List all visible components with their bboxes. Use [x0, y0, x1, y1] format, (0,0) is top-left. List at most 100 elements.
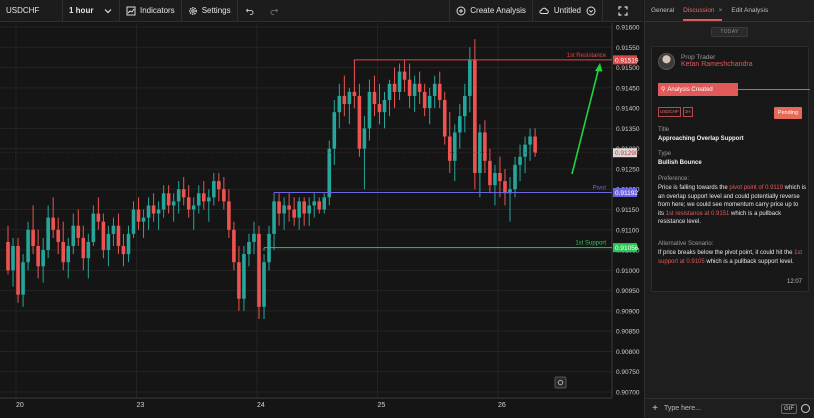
- indicators-button[interactable]: Indicators: [120, 0, 181, 22]
- interval-selector[interactable]: 1 hour: [63, 0, 119, 22]
- author-role: Prop Trader: [681, 54, 716, 61]
- candle-body: [442, 100, 447, 137]
- y-tick-label: 0.91350: [616, 126, 640, 133]
- candle-body: [242, 254, 246, 299]
- side-panel: General Discussion × Edit Analysis TODAY …: [644, 0, 814, 418]
- layout-name-menu[interactable]: Untitled: [533, 0, 602, 22]
- y-tick-label: 0.91250: [616, 166, 640, 173]
- app-window: USDCHF 1 hour Indicators Settings Create…: [0, 0, 814, 418]
- candle-body: [141, 217, 146, 222]
- title-label: Title: [658, 127, 670, 133]
- candle-body: [66, 246, 71, 263]
- message-input[interactable]: Type here...: [664, 405, 777, 412]
- emoji-icon[interactable]: [801, 404, 810, 413]
- tab-general[interactable]: General: [651, 7, 674, 21]
- price-chart[interactable]: 0.91600 0.91550 0.91500 0.91450 0.91400 0.913…: [0, 23, 643, 418]
- avatar[interactable]: [658, 53, 675, 70]
- tab-edit-analysis[interactable]: Edit Analysis: [731, 7, 768, 21]
- candle-body: [41, 250, 45, 267]
- candle-body: [322, 197, 327, 210]
- candle-body: [21, 262, 25, 295]
- candle-body: [447, 136, 452, 161]
- symbol-selector[interactable]: USDCHF: [0, 0, 62, 22]
- indicators-icon: [126, 6, 136, 16]
- y-tick-label: 0.90800: [616, 349, 640, 356]
- indicators-label: Indicators: [140, 6, 175, 15]
- candle-body: [201, 193, 206, 202]
- candle-body: [382, 100, 387, 113]
- candle-body: [86, 241, 91, 259]
- candle-body: [452, 132, 457, 161]
- candle-body: [136, 209, 141, 222]
- candle-body: [332, 112, 337, 149]
- candle-body: [56, 229, 60, 242]
- tab-discussion[interactable]: Discussion ×: [683, 7, 723, 21]
- fullscreen-button[interactable]: [603, 0, 643, 22]
- alternative-scenario-text: If price breaks below the pivot point, i…: [658, 250, 803, 265]
- candle-body: [191, 205, 196, 210]
- undo-icon: [245, 6, 255, 16]
- candle-body: [437, 83, 442, 100]
- candle-body: [71, 225, 76, 246]
- candle-body: [292, 209, 296, 218]
- level-label: 1st Support: [575, 241, 606, 247]
- candle-body: [186, 197, 191, 210]
- chevron-down-icon: [103, 6, 113, 16]
- y-tick-label: 0.91450: [616, 85, 640, 92]
- candle-body: [317, 201, 322, 210]
- candle-body: [432, 83, 437, 96]
- create-analysis-label: Create Analysis: [470, 6, 526, 15]
- candle-body: [503, 181, 507, 194]
- candle-body: [176, 189, 181, 202]
- candle-body: [397, 71, 402, 92]
- close-icon[interactable]: ×: [719, 7, 723, 14]
- candle-body: [468, 59, 472, 96]
- redo-button[interactable]: [262, 0, 286, 22]
- level-price-text: 0.91192: [615, 190, 638, 197]
- panel-tabs: General Discussion × Edit Analysis: [645, 0, 814, 22]
- candle-body: [533, 136, 537, 153]
- candle-body: [422, 91, 427, 109]
- settings-label: Settings: [201, 6, 231, 15]
- candle-body: [473, 59, 477, 173]
- candle-body: [247, 241, 251, 255]
- settings-button[interactable]: Settings: [182, 0, 237, 22]
- candle-body: [217, 181, 221, 190]
- current-price-text: 0.91290: [615, 150, 639, 157]
- candle-body: [81, 237, 86, 259]
- status-badge: Pending: [773, 107, 802, 119]
- candle-body: [362, 128, 367, 149]
- candle-body: [161, 193, 166, 210]
- candle-body: [513, 164, 517, 190]
- undo-button[interactable]: [238, 0, 262, 22]
- candle-body: [237, 262, 241, 299]
- candle-body: [51, 217, 55, 230]
- candle-body: [106, 233, 111, 251]
- candle-body: [387, 83, 392, 100]
- candle-body: [377, 104, 382, 113]
- candle-body: [307, 205, 311, 214]
- y-tick-label: 0.91000: [616, 268, 640, 275]
- y-tick-label: 0.91100: [616, 227, 639, 234]
- chart-background: [0, 23, 643, 418]
- candle-body: [412, 83, 417, 96]
- location-pin-icon: ⚲: [661, 87, 666, 93]
- level-label: Pivot: [593, 185, 607, 191]
- x-tick-label: 23: [137, 402, 145, 409]
- type-label: Type: [658, 151, 672, 157]
- candle-body: [222, 189, 226, 202]
- candle-body: [407, 79, 412, 96]
- level-price-text: 0.91519: [615, 57, 639, 64]
- candle-body: [121, 246, 126, 255]
- candle-body: [31, 229, 35, 246]
- candle-body: [76, 225, 81, 238]
- author-name[interactable]: Ketan Rameshchandra: [681, 61, 753, 68]
- gif-button[interactable]: GIF: [781, 403, 797, 414]
- y-tick-label: 0.90850: [616, 329, 640, 336]
- date-divider: TODAY: [711, 27, 748, 37]
- add-attachment-icon[interactable]: +: [650, 403, 660, 414]
- candle-body: [463, 95, 467, 117]
- candle-body: [312, 201, 317, 206]
- message-composer: + Type here... GIF: [645, 398, 814, 418]
- create-analysis-button[interactable]: Create Analysis: [450, 0, 532, 22]
